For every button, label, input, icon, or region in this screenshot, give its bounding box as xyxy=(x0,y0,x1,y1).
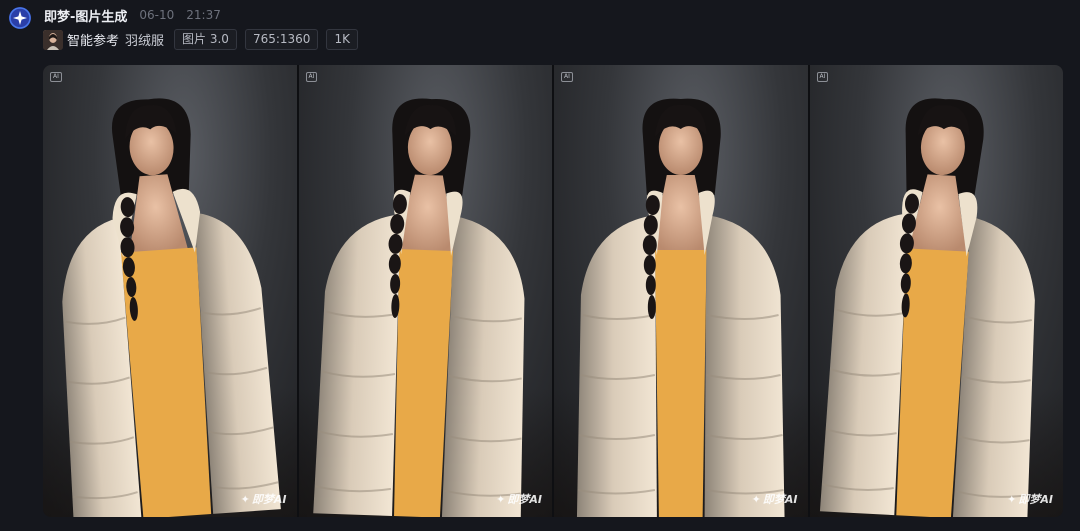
app-name: 即梦-图片生成 xyxy=(44,9,128,25)
model-chip: 图片 3.0 xyxy=(174,29,237,50)
action-bar xyxy=(43,524,343,531)
watermark: ✦ 即梦AI xyxy=(241,491,287,507)
watermark: ✦ 即梦AI xyxy=(1007,491,1053,507)
reference-thumbnail[interactable] xyxy=(43,29,63,50)
watermark-text: 即梦AI xyxy=(762,493,798,506)
jimeng-logo-icon: ✦ xyxy=(240,492,250,506)
watermark-text: 即梦AI xyxy=(251,493,287,506)
watermark: ✦ 即梦AI xyxy=(752,491,798,507)
smart-reference-label[interactable]: 智能参考 xyxy=(67,30,119,49)
generation-params: 智能参考 羽绒服 图片 3.0 765:1360 1K xyxy=(43,29,366,50)
ai-badge: AI xyxy=(561,72,573,82)
prompt-text: 羽绒服 xyxy=(125,34,165,49)
image-results: AI ✦ 即梦AI AI ✦ 即梦AI AI ✦ 即梦AI AI ✦ 即梦AI xyxy=(43,65,1063,517)
ai-badge: AI xyxy=(816,72,829,82)
generated-image[interactable]: AI ✦ 即梦AI xyxy=(554,65,808,517)
generated-image[interactable]: AI ✦ 即梦AI xyxy=(809,65,1063,517)
watermark-text: 即梦AI xyxy=(1018,493,1053,506)
figure-illustration xyxy=(819,98,1035,517)
title-row: 即梦-图片生成 06-10 21:37 xyxy=(44,6,221,25)
generation-record: 即梦-图片生成 06-10 21:37 智能参考 羽绒服 图片 3.0 765:… xyxy=(0,0,1080,531)
resolution-chip: 1K xyxy=(326,29,358,50)
generated-image[interactable]: AI ✦ 即梦AI xyxy=(43,65,297,517)
timestamp-time: 21:37 xyxy=(186,8,221,22)
reference-portrait-icon xyxy=(43,29,63,50)
figure-illustration xyxy=(312,98,524,517)
figure-illustration xyxy=(62,98,281,517)
watermark: ✦ 即梦AI xyxy=(496,491,542,507)
generated-image[interactable]: AI ✦ 即梦AI xyxy=(298,65,552,517)
jimeng-logo-icon: ✦ xyxy=(751,492,761,506)
timestamp-date: 06-10 xyxy=(139,8,175,22)
app-avatar[interactable] xyxy=(9,7,31,29)
ratio-chip: 765:1360 xyxy=(244,29,319,50)
sparkle-icon xyxy=(9,7,31,29)
ai-badge: AI xyxy=(305,72,318,82)
figure-illustration xyxy=(576,98,785,517)
jimeng-logo-icon: ✦ xyxy=(496,492,506,506)
watermark-text: 即梦AI xyxy=(507,493,542,506)
ai-badge: AI xyxy=(50,72,62,82)
jimeng-logo-icon: ✦ xyxy=(1007,492,1017,506)
